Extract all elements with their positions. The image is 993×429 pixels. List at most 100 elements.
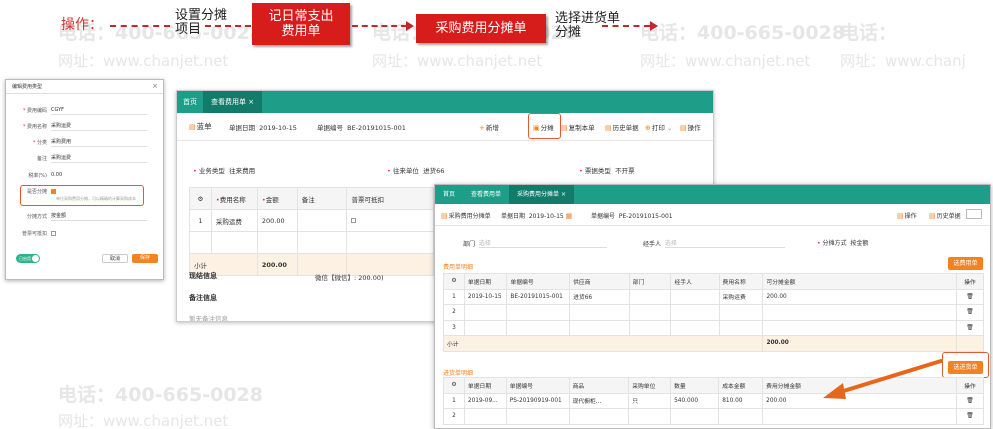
- date-value: 2019-10-15: [259, 124, 297, 132]
- cell-amount[interactable]: 200.00: [256, 209, 298, 232]
- trash-icon[interactable]: 🗑: [955, 304, 985, 321]
- field-tax: 税率(%) 0.00: [6, 171, 147, 180]
- cell-remark[interactable]: [296, 209, 348, 232]
- handler-select[interactable]: 选择: [664, 238, 785, 248]
- col-header: 金额: [265, 195, 279, 204]
- row-index: 1: [189, 209, 212, 232]
- copy-button[interactable]: ▤复制本单: [561, 122, 595, 132]
- flow-connector: [110, 25, 170, 27]
- field-label: 分类: [36, 140, 47, 146]
- col-header: 部门: [628, 273, 672, 290]
- field-label: 票据类型: [584, 167, 611, 175]
- field-label: 往来单位: [392, 167, 419, 175]
- col-header: 费用名称: [219, 195, 246, 204]
- select-purchase-button[interactable]: 选进货单: [948, 361, 983, 374]
- toolbar: ▤蓝单 单据日期 2019-10-15 单据编号 BE-20191015-001…: [177, 113, 713, 141]
- share-hint: 单位采购费用分摊，可以精确的计算采购成本: [56, 196, 136, 201]
- print-button[interactable]: ⊕打印 ⌄: [645, 122, 672, 132]
- trash-icon[interactable]: 🗑: [955, 319, 985, 336]
- settings-icon[interactable]: ⚙: [443, 273, 465, 290]
- field-label: 部门: [463, 241, 476, 248]
- field-method: 分摊方式 按金额: [6, 212, 147, 221]
- cell-item: 现代橱柜...: [568, 392, 630, 409]
- col-header: 商品: [568, 377, 630, 394]
- tab-home[interactable]: 首页: [177, 91, 203, 113]
- name-input[interactable]: 采购运费: [51, 122, 147, 131]
- tab-home[interactable]: 首页: [435, 185, 463, 204]
- method-value[interactable]: 按金额: [850, 240, 868, 247]
- doc-type: ▤蓝单: [189, 121, 212, 132]
- col-header: 可分摊金额: [762, 273, 957, 290]
- field-label: 费用名称: [26, 124, 47, 130]
- col-header: 操作: [955, 273, 985, 290]
- method-field: • 分摊方式 按金额: [817, 240, 869, 247]
- table-row[interactable]: 3 🗑: [443, 319, 985, 336]
- trash-icon[interactable]: 🗑: [955, 392, 985, 409]
- dept-select[interactable]: 选择: [478, 238, 607, 248]
- cell-date: 2019-10-15: [463, 288, 508, 305]
- settings-icon[interactable]: ⚙: [189, 187, 212, 210]
- cell-name[interactable]: 采购运费: [210, 209, 258, 232]
- table-row[interactable]: 1 2019-10-15 BE-20191015-001 进货66 采购运费 2…: [443, 288, 985, 305]
- watermark-phone: 电话：400-665-0028: [58, 384, 263, 406]
- settings-icon[interactable]: ⚙: [443, 377, 465, 394]
- layout-toggle-icon[interactable]: [966, 209, 982, 219]
- trash-icon[interactable]: 🗑: [955, 408, 985, 425]
- new-button[interactable]: +新增: [479, 122, 499, 132]
- tab-view-expense[interactable]: 查看费用单 ×: [203, 91, 263, 113]
- operate-label: 操作: [687, 124, 701, 132]
- watermark-site: 网址：www.chanjet.net: [58, 412, 229, 429]
- history-button[interactable]: ▤历史单据: [929, 211, 961, 220]
- table-row[interactable]: 2 🗑: [443, 304, 985, 321]
- close-icon[interactable]: ×: [152, 82, 158, 90]
- print-icon: ⊕: [645, 124, 651, 132]
- tab-allocation[interactable]: 采购费用分摊单 ×: [509, 185, 574, 204]
- remark-input[interactable]: 采购运费: [51, 154, 147, 163]
- no-value: PE-20191015-001: [618, 213, 673, 220]
- flow-connector: [205, 25, 251, 27]
- table-row[interactable]: 2 🗑: [443, 408, 985, 425]
- cell-deduct[interactable]: [346, 209, 434, 232]
- trash-icon[interactable]: 🗑: [955, 288, 985, 305]
- deduct-checkbox[interactable]: [351, 217, 357, 223]
- expense-detail-table: ⚙ 单据日期 单据编号 供应商 部门 经手人 费用名称 可分摊金额 操作 1 2…: [442, 273, 985, 352]
- operate-icon: ▤: [680, 124, 687, 132]
- history-icon: ▤: [605, 124, 612, 132]
- row-index: 1: [443, 288, 465, 305]
- enabled-toggle[interactable]: 已启用: [16, 254, 40, 263]
- tax-input[interactable]: 0.00: [51, 171, 147, 180]
- field-label: 经手人: [643, 241, 662, 248]
- no-label: 单据编号: [591, 213, 616, 220]
- toolbar: ▤采购费用分摊单 单据日期 2019-10-15 ▦ 单据编号 PE-20191…: [435, 204, 990, 226]
- flow-arrow-icon: [650, 21, 658, 31]
- field-label: 费用编码: [26, 108, 47, 114]
- table-row[interactable]: 1 采购运费 200.00: [189, 209, 434, 232]
- col-header: 经手人: [670, 273, 720, 290]
- cell-no: PS-20190919-001: [505, 392, 570, 409]
- history-button[interactable]: ▤历史单据: [605, 122, 639, 132]
- save-button[interactable]: 保存: [132, 254, 158, 263]
- operate-button[interactable]: ▤操作: [897, 211, 917, 220]
- method-select[interactable]: 按金额: [51, 212, 147, 221]
- calendar-icon[interactable]: ▦: [566, 212, 573, 220]
- select-expense-button[interactable]: 选费用单: [948, 257, 983, 270]
- doc-no: 单据编号 PE-20191015-001: [591, 211, 673, 220]
- flow-step-allocation: 采购费用分摊单: [416, 14, 546, 43]
- remark-title: 备注信息: [189, 294, 217, 302]
- dialog-title: 编辑费用类型: [12, 84, 43, 90]
- chevron-down-icon: ⌄: [666, 124, 673, 132]
- col-header: 普票可抵扣: [346, 187, 434, 210]
- plus-icon: +: [479, 124, 485, 132]
- operate-button[interactable]: ▤操作: [680, 122, 701, 132]
- subtotal-value: 200.00: [256, 253, 298, 276]
- flow-connector: [602, 25, 650, 27]
- category-select[interactable]: 采购费用: [51, 138, 147, 147]
- col-header: 单据编号: [505, 377, 570, 394]
- expense-table: ⚙ •费用名称 •金额 备注 普票可抵扣 1 采购运费 200.00 小计 20…: [189, 187, 434, 276]
- invoice-checkbox[interactable]: [51, 231, 56, 236]
- field-value: 不开票: [615, 167, 635, 175]
- tab-view-expense[interactable]: 查看费用单: [463, 185, 509, 204]
- cancel-button[interactable]: 取消: [102, 254, 128, 263]
- code-input[interactable]: CGYF: [51, 106, 147, 115]
- share-checkbox[interactable]: [51, 189, 56, 194]
